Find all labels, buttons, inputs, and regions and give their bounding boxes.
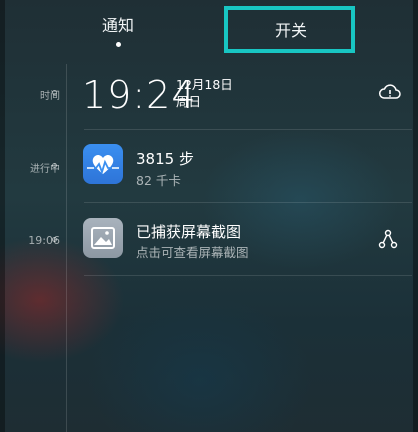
timeline-dot (52, 90, 57, 95)
tab-bar: 通知 开关 (0, 0, 418, 58)
gallery-app-icon (83, 218, 123, 258)
health-steps: 3815 步 (136, 150, 194, 168)
timeline-dot (52, 237, 57, 242)
clock-date: 12月18日 周日 (176, 76, 233, 110)
timeline-dot (52, 163, 57, 168)
divider (84, 129, 412, 130)
right-edge (413, 0, 418, 432)
heart-pulse-icon (87, 154, 119, 175)
timeline-line (66, 64, 67, 432)
weekday-text: 周日 (176, 94, 202, 109)
health-app-icon (83, 144, 123, 184)
highlight-box (224, 6, 355, 53)
health-calories: 82 千卡 (136, 173, 181, 188)
screenshot-title: 已捕获屏幕截图 (136, 223, 242, 241)
left-edge (0, 0, 5, 432)
divider (84, 202, 412, 203)
share-icon[interactable] (377, 228, 399, 250)
screenshot-subtitle: 点击可查看屏幕截图 (136, 245, 249, 260)
cloud-alert-icon[interactable] (378, 82, 402, 102)
date-text: 12月18日 (176, 77, 233, 92)
active-tab-indicator (115, 41, 121, 47)
divider (84, 275, 412, 276)
gallery-image-icon (91, 227, 115, 249)
timeline-label-time: 时间 (40, 91, 60, 102)
tab-notifications[interactable]: 通知 (68, 0, 168, 58)
tab-notifications-label: 通知 (101, 15, 134, 35)
